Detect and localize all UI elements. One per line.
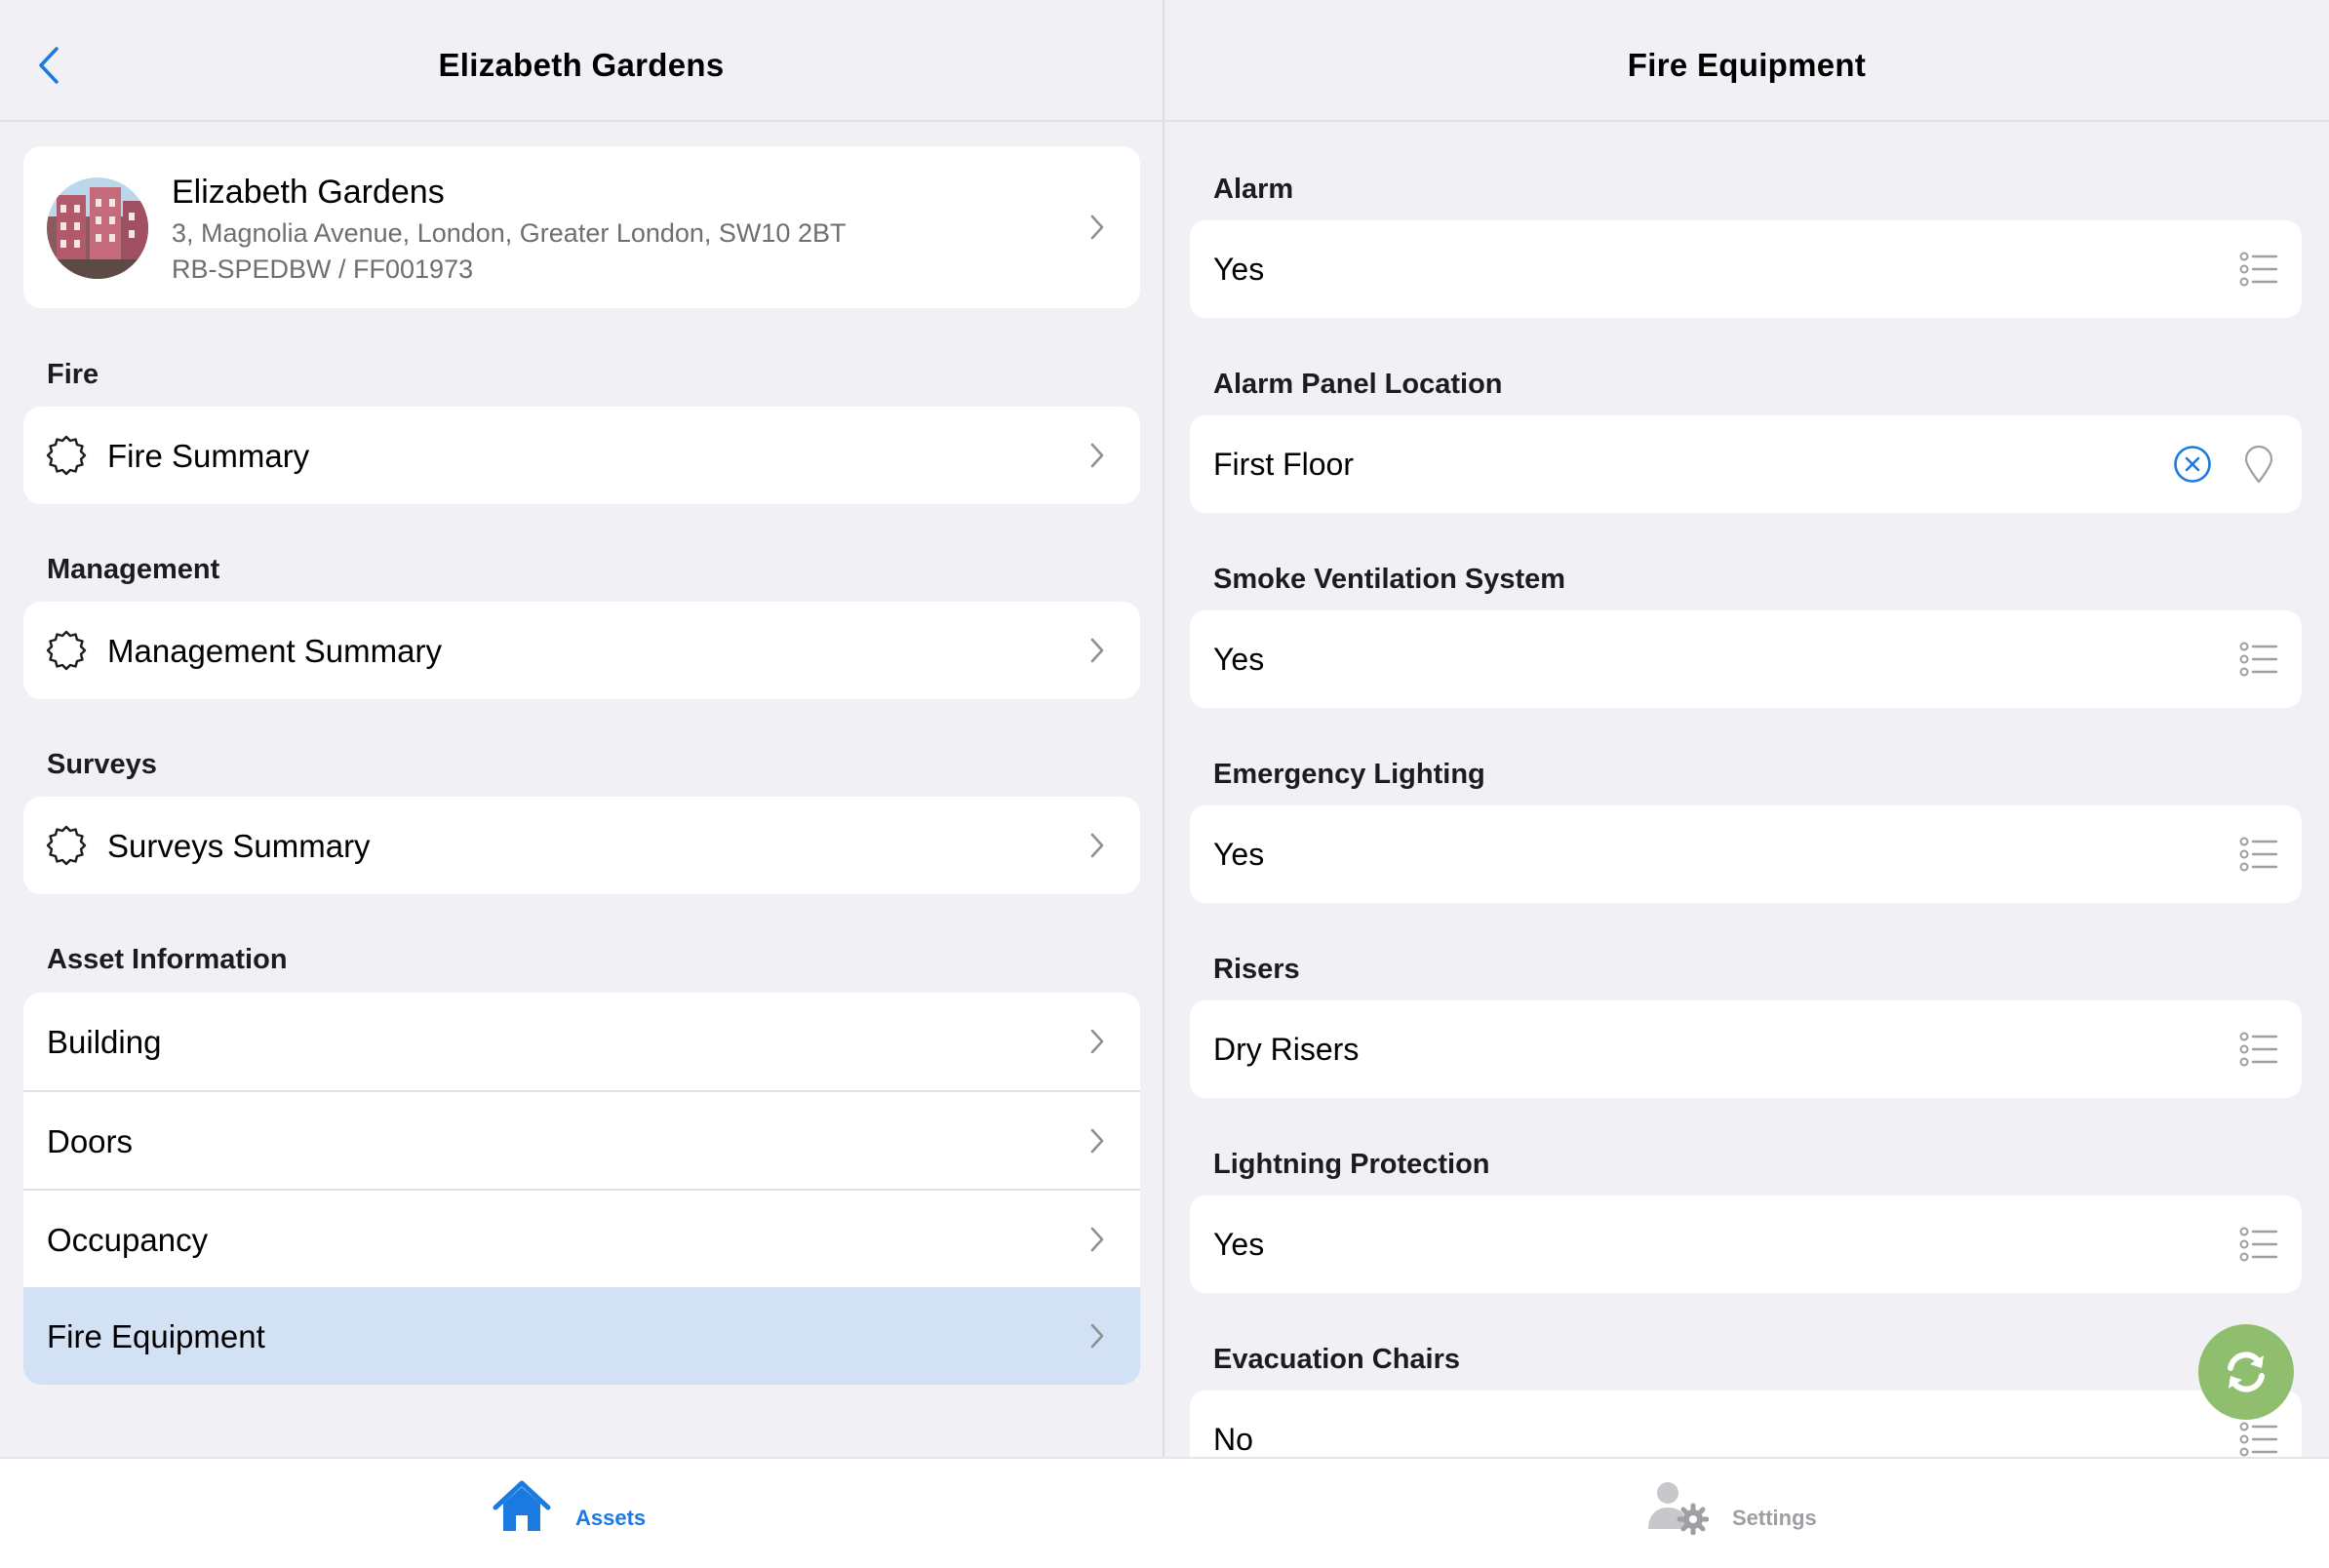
chevron-right-icon (1090, 443, 1104, 468)
clear-icon[interactable] (2173, 445, 2212, 484)
right-navbar: Fire Equipment (1164, 0, 2329, 122)
fire-summary-label: Fire Summary (107, 438, 310, 474)
tab-label: Assets (575, 1506, 647, 1530)
badge-icon (46, 825, 87, 866)
list-icon[interactable] (2239, 642, 2278, 677)
lightning-protection-field[interactable]: Yes (1190, 1196, 2302, 1293)
alarm-panel-location-field[interactable]: First Floor (1190, 415, 2302, 513)
list-item-label: Doors (47, 1123, 134, 1159)
field-value: Dry Risers (1213, 1032, 1360, 1067)
list-item-building[interactable]: Building (23, 993, 1140, 1090)
chevron-right-icon (1090, 1227, 1104, 1252)
asset-reference: RB-SPEDBW / FF001973 (172, 255, 474, 284)
detail-pane: Fire Equipment Alarm Yes Alarm Panel Loc… (1164, 0, 2329, 1457)
field-label-alarm-panel-location: Alarm Panel Location (1213, 369, 1503, 400)
field-value: Yes (1213, 837, 1265, 872)
asset-address: 3, Magnolia Avenue, London, Greater Lond… (172, 218, 847, 248)
smoke-ventilation-field[interactable]: Yes (1190, 610, 2302, 708)
management-summary-row[interactable]: Management Summary (23, 602, 1140, 699)
asset-name: Elizabeth Gardens (172, 174, 445, 211)
list-item-doors[interactable]: Doors (23, 1090, 1140, 1190)
field-label-alarm: Alarm (1213, 174, 1294, 205)
badge-icon (46, 435, 87, 476)
list-item-label: Building (47, 1024, 162, 1060)
field-label-evacuation-chairs: Evacuation Chairs (1213, 1344, 1461, 1375)
surveys-summary-label: Surveys Summary (107, 828, 371, 864)
field-value: Yes (1213, 1227, 1265, 1262)
field-value: No (1213, 1422, 1253, 1457)
field-label-emergency-lighting: Emergency Lighting (1213, 759, 1485, 790)
list-icon[interactable] (2239, 1422, 2278, 1457)
tab-settings[interactable]: Settings (1646, 1472, 1841, 1550)
section-header-fire: Fire (47, 359, 99, 390)
chevron-right-icon (1090, 833, 1104, 858)
chevron-right-icon (1090, 1323, 1104, 1349)
master-pane: Elizabeth Gardens Elizabeth Gardens 3, M… (0, 0, 1163, 1457)
alarm-field[interactable]: Yes (1190, 220, 2302, 318)
list-item-label: Fire Equipment (47, 1318, 265, 1354)
list-icon[interactable] (2239, 837, 2278, 872)
list-item-occupancy[interactable]: Occupancy (23, 1189, 1140, 1288)
field-value: Yes (1213, 642, 1265, 677)
field-label-smoke-ventilation-system: Smoke Ventilation System (1213, 564, 1566, 595)
asset-card[interactable]: Elizabeth Gardens 3, Magnolia Avenue, Lo… (23, 146, 1140, 308)
list-icon[interactable] (2239, 1032, 2278, 1067)
chevron-right-icon (1090, 1128, 1104, 1154)
sync-button[interactable] (2198, 1324, 2294, 1420)
user-gear-icon (1648, 1482, 1709, 1535)
list-icon[interactable] (2239, 1227, 2278, 1262)
house-icon (493, 1480, 551, 1531)
emergency-lighting-field[interactable]: Yes (1190, 805, 2302, 903)
surveys-summary-row[interactable]: Surveys Summary (23, 797, 1140, 894)
right-page-title: Fire Equipment (1627, 47, 1867, 83)
list-item-label: Occupancy (47, 1222, 209, 1258)
field-label-lightning-protection: Lightning Protection (1213, 1149, 1490, 1180)
sync-icon (2228, 1352, 2265, 1392)
section-header-surveys: Surveys (47, 749, 157, 780)
tab-assets[interactable]: Assets (492, 1472, 667, 1550)
list-icon[interactable] (2239, 252, 2278, 287)
left-navbar: Elizabeth Gardens (0, 0, 1163, 122)
list-item-fire-equipment[interactable]: Fire Equipment (23, 1287, 1140, 1385)
chevron-right-icon (1090, 215, 1104, 240)
badge-icon (46, 630, 87, 671)
left-page-title: Elizabeth Gardens (438, 47, 725, 83)
management-summary-label: Management Summary (107, 633, 442, 669)
tab-label: Settings (1732, 1506, 1817, 1530)
field-value: Yes (1213, 252, 1265, 287)
risers-field[interactable]: Dry Risers (1190, 1000, 2302, 1098)
section-header-asset-information: Asset Information (47, 944, 288, 975)
chevron-right-icon (1090, 638, 1104, 663)
chevron-right-icon (1090, 1029, 1104, 1054)
asset-photo (47, 177, 148, 279)
location-pin-icon[interactable] (2243, 445, 2274, 484)
section-header-management: Management (47, 554, 220, 585)
field-label-risers: Risers (1213, 954, 1300, 985)
evacuation-chairs-field[interactable]: No (1190, 1391, 2302, 1457)
field-value: First Floor (1213, 447, 1354, 482)
fire-summary-row[interactable]: Fire Summary (23, 407, 1140, 504)
asset-info-list: Building Doors Occupancy Fire Equipment (23, 993, 1140, 1385)
tab-bar: Assets Settings (0, 1457, 2329, 1568)
